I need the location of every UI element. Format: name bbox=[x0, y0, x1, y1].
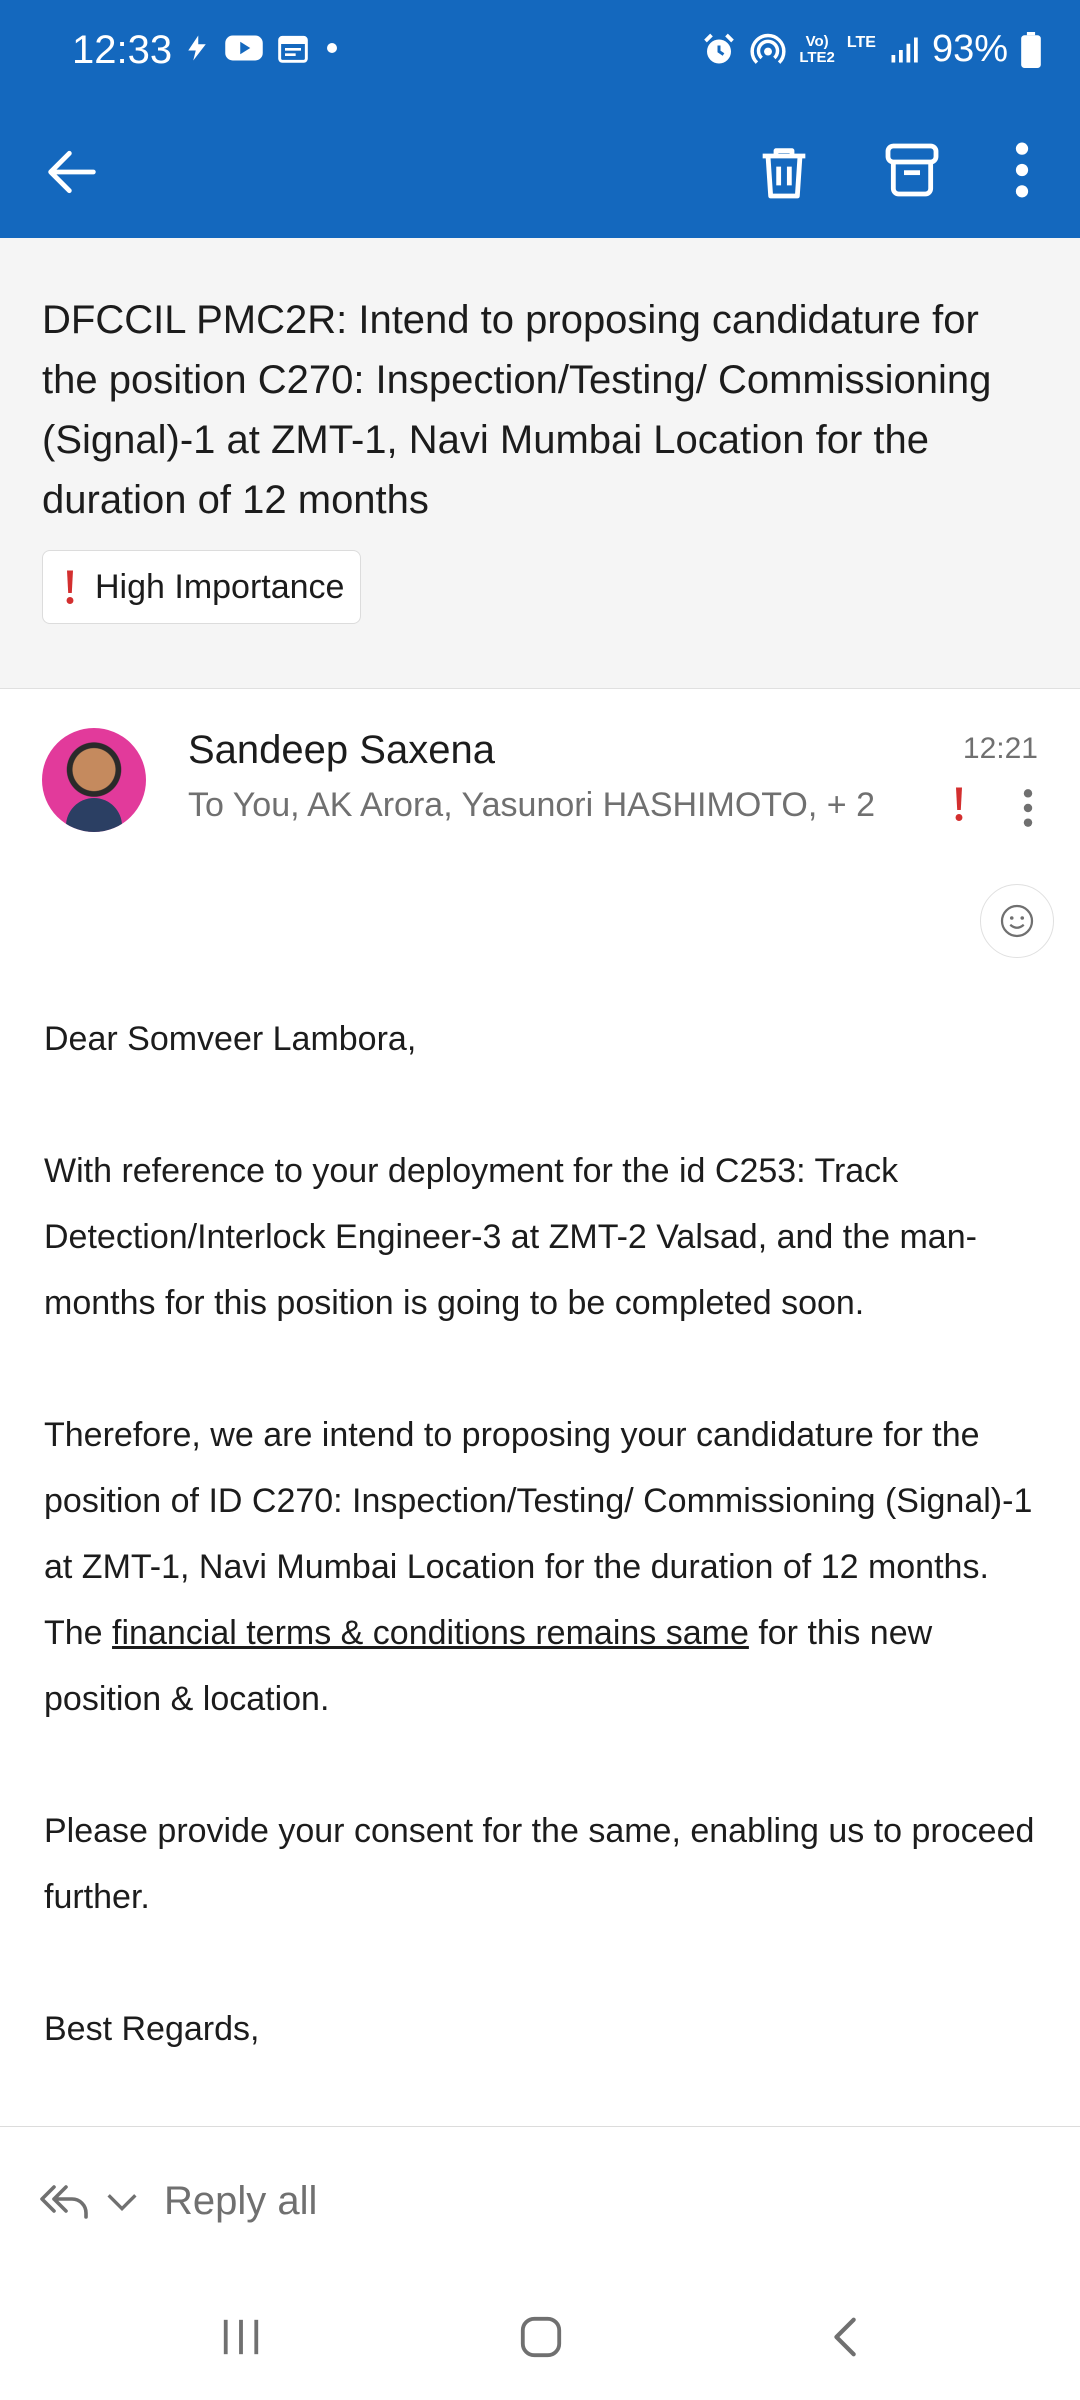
bolt-icon bbox=[188, 35, 206, 61]
system-nav-bar bbox=[0, 2276, 1080, 2400]
body-paragraph-3: Please provide your consent for the same… bbox=[44, 1812, 1035, 1916]
email-subject: DFCCIL PMC2R: Intend to proposing candid… bbox=[42, 298, 992, 522]
subject-area: DFCCIL PMC2R: Intend to proposing candid… bbox=[0, 238, 1080, 689]
dot-icon bbox=[327, 43, 337, 53]
net-lte-label: LTE bbox=[846, 33, 876, 51]
reply-all-icon bbox=[40, 2185, 88, 2219]
back-button[interactable] bbox=[40, 140, 104, 209]
sender-name[interactable]: Sandeep Saxena bbox=[188, 728, 495, 773]
body-paragraph-2: Therefore, we are intend to proposing yo… bbox=[44, 1402, 1044, 1732]
youtube-icon bbox=[225, 35, 263, 61]
chevron-down-icon bbox=[107, 2194, 137, 2212]
system-back-icon[interactable] bbox=[826, 2314, 866, 2360]
financial-terms-underlined: financial terms & conditions remains sam… bbox=[112, 1614, 749, 1652]
more-vertical-icon bbox=[1023, 789, 1033, 827]
high-importance-badge: High Importance bbox=[42, 550, 362, 624]
app-bar bbox=[0, 108, 1080, 238]
avatar[interactable] bbox=[42, 728, 146, 832]
message-more-button[interactable] bbox=[1018, 786, 1038, 835]
email-body: Dear Somveer Lambora, With reference to … bbox=[44, 1006, 1044, 2128]
alarm-icon bbox=[704, 33, 735, 63]
reply-all-button[interactable] bbox=[36, 2177, 146, 2227]
battery-icon bbox=[1021, 31, 1041, 68]
signal-icon bbox=[891, 37, 918, 62]
more-vertical-icon bbox=[1015, 142, 1029, 198]
sent-time: 12:21 bbox=[962, 732, 1038, 765]
net-lte2-label: LTE2 bbox=[799, 48, 835, 66]
trash-icon bbox=[762, 148, 806, 199]
greeting: Dear Somveer Lambora, bbox=[44, 1020, 417, 1058]
smiley-icon bbox=[1000, 904, 1034, 938]
archive-button[interactable] bbox=[880, 138, 944, 207]
recipients[interactable]: To You, AK Arora, Yasunori HASHIMOTO, + … bbox=[188, 786, 875, 825]
back-arrow-icon bbox=[48, 150, 96, 194]
recents-icon[interactable] bbox=[218, 2316, 264, 2358]
sender-row: Sandeep Saxena To You, AK Arora, Yasunor… bbox=[0, 690, 1080, 860]
reaction-button[interactable] bbox=[980, 884, 1054, 958]
status-left-icons bbox=[182, 32, 342, 64]
network-labels: Vo) LTE2 bbox=[799, 32, 835, 66]
closing: Best Regards, bbox=[44, 2010, 260, 2048]
archive-icon bbox=[885, 143, 939, 197]
exclamation-icon bbox=[955, 787, 963, 821]
status-right: Vo) LTE2 LTE 93% bbox=[701, 28, 1042, 71]
net-vo-label: Vo) bbox=[805, 32, 829, 50]
battery-percent: 93% bbox=[931, 28, 1008, 70]
reply-all-label[interactable]: Reply all bbox=[164, 2179, 317, 2224]
more-options-button[interactable] bbox=[1002, 138, 1042, 207]
status-time: 12:33 bbox=[72, 28, 173, 72]
delete-button[interactable] bbox=[752, 138, 816, 211]
status-bar: 12:33 Vo) LTE2 LTE 93% bbox=[0, 0, 1080, 108]
hotspot-icon bbox=[750, 33, 786, 64]
body-paragraph-1: With reference to your deployment for th… bbox=[44, 1152, 977, 1322]
importance-label: High Importance bbox=[95, 567, 345, 606]
calendar-icon bbox=[278, 35, 308, 63]
reply-bar: Reply all bbox=[0, 2126, 1080, 2277]
home-icon[interactable] bbox=[518, 2314, 564, 2360]
exclamation-icon bbox=[66, 570, 74, 604]
